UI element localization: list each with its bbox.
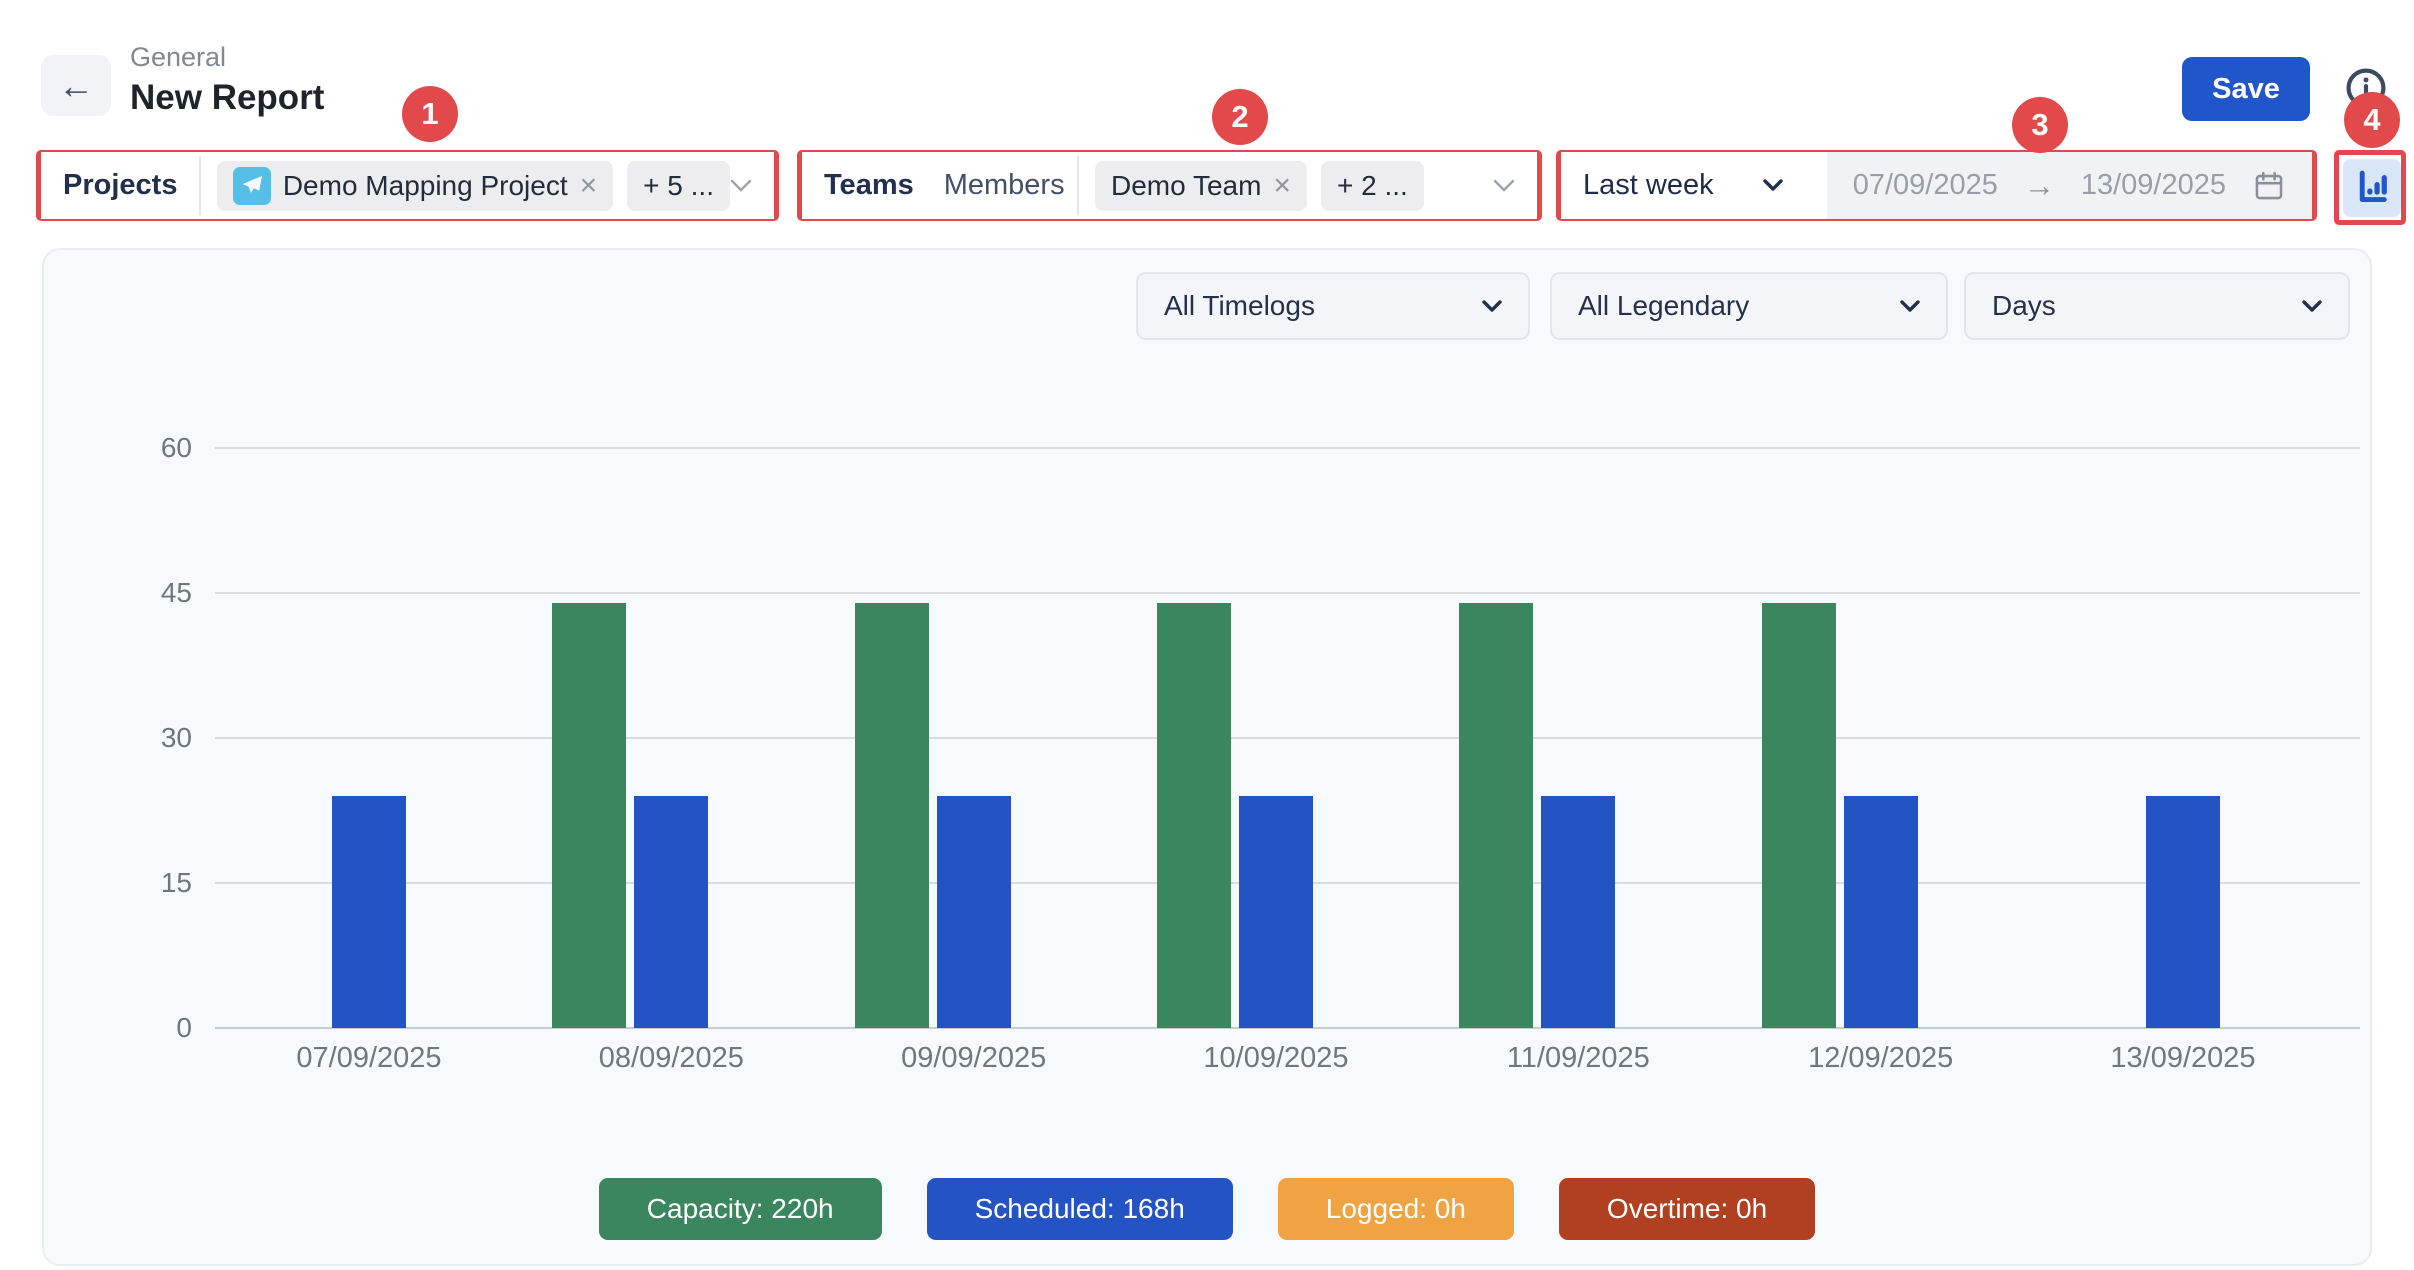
teams-more-chip[interactable]: + 2 ...: [1321, 161, 1424, 211]
legend-logged-button[interactable]: Logged: 0h: [1278, 1178, 1514, 1240]
chevron-down-icon: [2302, 300, 2322, 313]
project-chip-label: Demo Mapping Project: [283, 170, 568, 202]
legend-scheduled-button[interactable]: Scheduled: 168h: [927, 1178, 1233, 1240]
x-axis-tick-label: 10/09/2025: [1203, 1042, 1348, 1075]
y-axis-tick-label: 0: [82, 1011, 192, 1045]
annotation-badge-3: 3: [2012, 97, 2068, 153]
bar-capacity[interactable]: [552, 603, 626, 1028]
date-preset-select[interactable]: Last week: [1561, 152, 1827, 219]
bar-scheduled[interactable]: [634, 796, 708, 1028]
date-preset-value: Last week: [1583, 169, 1714, 202]
legend-filter-dropdown[interactable]: All Legendary: [1550, 272, 1948, 340]
bar-capacity[interactable]: [855, 603, 929, 1028]
annotation-badge-1: 1: [402, 86, 458, 142]
date-range-display[interactable]: 07/09/2025 → 13/09/2025: [1827, 152, 2312, 219]
bar-scheduled[interactable]: [2146, 796, 2220, 1028]
x-axis-tick-label: 09/09/2025: [901, 1042, 1046, 1075]
chevron-down-icon: [1763, 179, 1783, 192]
bar-chart-icon: [2351, 167, 2393, 209]
members-tab[interactable]: Members: [944, 169, 1065, 202]
annotation-badge-2: 2: [1212, 89, 1268, 145]
daterange-filter[interactable]: Last week 07/09/2025 → 13/09/2025: [1561, 152, 2312, 219]
arrow-right-icon: →: [2024, 168, 2055, 204]
timelog-filter-dropdown[interactable]: All Timelogs: [1136, 272, 1530, 340]
team-chip[interactable]: Demo Team ×: [1095, 161, 1307, 211]
back-button[interactable]: ←: [41, 55, 111, 116]
bar-capacity[interactable]: [1459, 603, 1533, 1028]
projects-more-chip[interactable]: + 5 ...: [627, 161, 730, 211]
bar-scheduled[interactable]: [937, 796, 1011, 1028]
y-axis-tick-label: 30: [82, 721, 192, 755]
calendar-icon[interactable]: [2252, 169, 2286, 203]
bar-scheduled[interactable]: [1239, 796, 1313, 1028]
bar-scheduled[interactable]: [1844, 796, 1918, 1028]
chevron-down-icon[interactable]: [1493, 179, 1515, 193]
report-page: ← General New Report Save Projects Demo …: [0, 0, 2414, 1270]
annotation-badge-4: 4: [2344, 92, 2400, 148]
projects-label: Projects: [63, 169, 177, 202]
gridline: [215, 737, 2360, 739]
y-axis-tick-label: 45: [82, 576, 192, 610]
projects-filter[interactable]: Projects Demo Mapping Project × + 5 ...: [41, 152, 774, 219]
start-date: 07/09/2025: [1853, 169, 1998, 202]
legend-overtime-button[interactable]: Overtime: 0h: [1559, 1178, 1815, 1240]
breadcrumb: General: [130, 42, 226, 73]
gridline: [215, 447, 2360, 449]
team-chip-label: Demo Team: [1111, 170, 1261, 202]
x-axis-tick-label: 07/09/2025: [296, 1042, 441, 1075]
remove-project-icon[interactable]: ×: [580, 171, 598, 201]
airplane-avatar-icon: [233, 167, 271, 205]
x-axis-tick-label: 08/09/2025: [599, 1042, 744, 1075]
chevron-down-icon: [1900, 300, 1920, 313]
gridline: [215, 592, 2360, 594]
page-title: New Report: [130, 78, 324, 118]
arrow-left-icon: ←: [58, 65, 94, 106]
x-axis-tick-label: 11/09/2025: [1507, 1042, 1650, 1075]
legend-filter-value: All Legendary: [1578, 290, 1749, 322]
project-chip[interactable]: Demo Mapping Project ×: [217, 161, 613, 211]
save-button[interactable]: Save: [2182, 57, 2310, 121]
bar-capacity[interactable]: [1762, 603, 1836, 1028]
y-axis-tick-label: 15: [82, 866, 192, 900]
teams-filter[interactable]: Teams Members Demo Team × + 2 ...: [802, 152, 1537, 219]
timelog-filter-value: All Timelogs: [1164, 290, 1315, 322]
chevron-down-icon[interactable]: [730, 179, 752, 193]
chevron-down-icon: [1482, 300, 1502, 313]
granularity-value: Days: [1992, 290, 2056, 322]
chart-legend: Capacity: 220h Scheduled: 168h Logged: 0h O…: [42, 1178, 2372, 1240]
projects-more-label: + 5 ...: [643, 170, 714, 202]
bar-capacity[interactable]: [1157, 603, 1231, 1028]
teams-more-label: + 2 ...: [1337, 170, 1408, 202]
legend-capacity-button[interactable]: Capacity: 220h: [599, 1178, 882, 1240]
remove-team-icon[interactable]: ×: [1273, 171, 1291, 201]
x-axis-tick-label: 12/09/2025: [1808, 1042, 1953, 1075]
chart-type-button[interactable]: [2343, 159, 2401, 217]
x-axis-tick-label: 13/09/2025: [2110, 1042, 2255, 1075]
y-axis-tick-label: 60: [82, 431, 192, 465]
bar-scheduled[interactable]: [332, 796, 406, 1028]
bar-scheduled[interactable]: [1541, 796, 1615, 1028]
end-date: 13/09/2025: [2081, 169, 2226, 202]
granularity-dropdown[interactable]: Days: [1964, 272, 2350, 340]
teams-tab[interactable]: Teams: [824, 169, 914, 202]
